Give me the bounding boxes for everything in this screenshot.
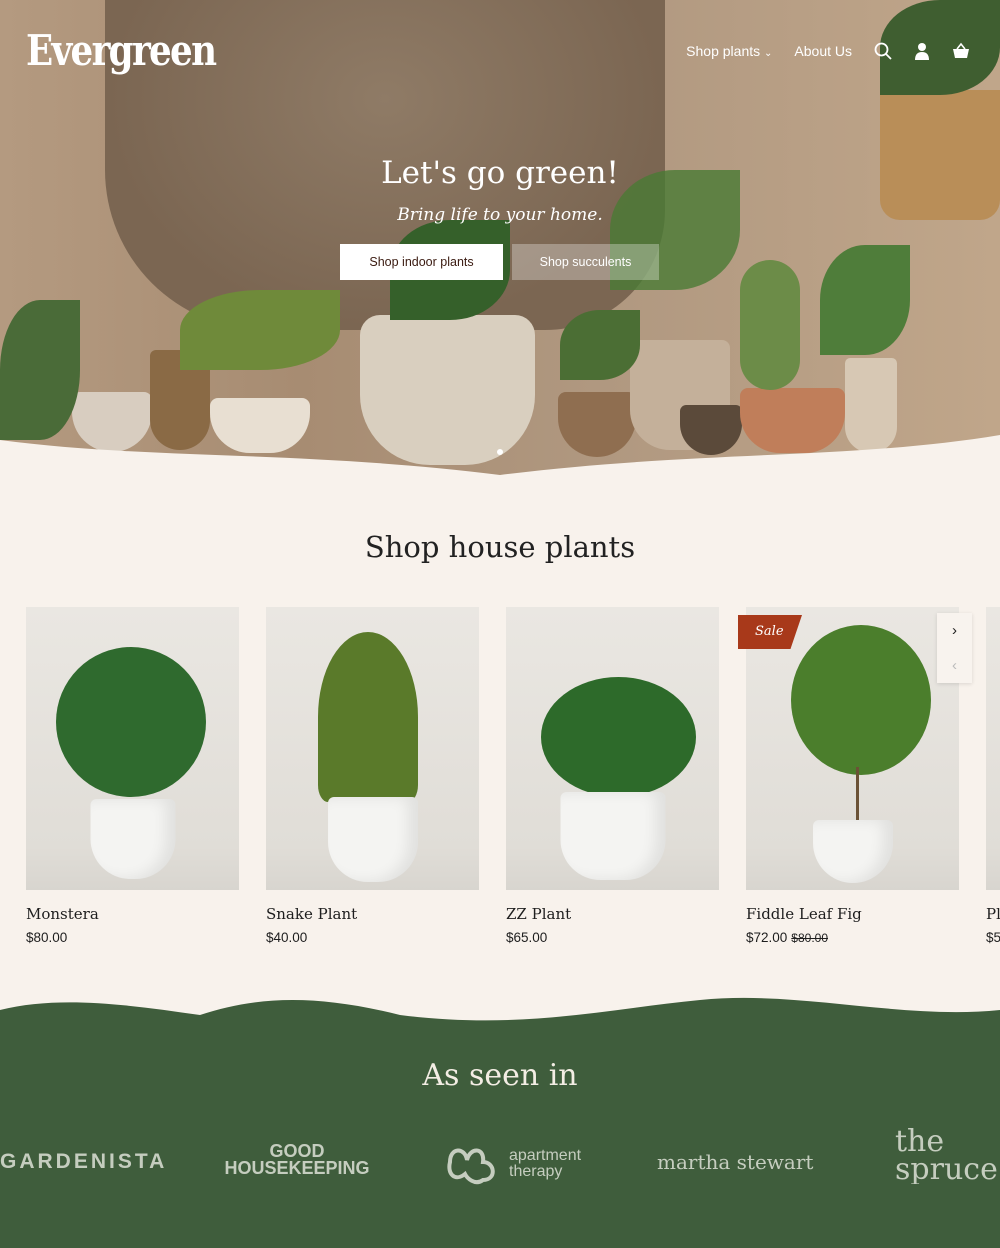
- product-image[interactable]: [746, 607, 959, 890]
- product-card[interactable]: Fiddle Leaf Fig $72.00 $80.00: [746, 607, 959, 945]
- site-header: Evergreen Shop plants ⌄ About Us: [0, 0, 1000, 100]
- product-image[interactable]: [506, 607, 719, 890]
- slide-indicator-dot[interactable]: [497, 449, 503, 455]
- product-price: $65.00: [506, 930, 548, 945]
- nav-shop-plants-label: Shop plants: [686, 43, 761, 59]
- product-image[interactable]: [986, 607, 1000, 890]
- product-image[interactable]: [26, 607, 239, 890]
- carousel-controls: › ‹: [937, 613, 972, 683]
- hero-title: Let's go green!: [381, 155, 619, 191]
- press-logo-gardenista: GARDENISTA: [0, 1150, 168, 1173]
- product-card[interactable]: ZZ Plant $65.00: [506, 607, 719, 945]
- nav-about-us[interactable]: About Us: [794, 43, 852, 59]
- shop-indoor-plants-button[interactable]: Shop indoor plants: [340, 244, 503, 280]
- product-name[interactable]: Snake Plant: [266, 905, 479, 923]
- product-price: $80.00: [26, 930, 68, 945]
- account-icon[interactable]: [914, 42, 930, 60]
- nav-shop-plants[interactable]: Shop plants ⌄: [686, 43, 772, 59]
- press-title: As seen in: [422, 1058, 578, 1093]
- site-logo[interactable]: Evergreen: [26, 26, 217, 75]
- section-title-products: Shop house plants: [364, 530, 636, 564]
- hero-subtitle: Bring life to your home.: [397, 205, 603, 225]
- shop-succulents-button[interactable]: Shop succulents: [512, 244, 659, 280]
- product-price: $5: [986, 930, 1000, 945]
- chevron-down-icon: ⌄: [764, 48, 773, 59]
- chevron-left-icon[interactable]: ‹: [952, 657, 957, 674]
- press-section-background: [0, 997, 1000, 1248]
- product-price: $72.00 $80.00: [746, 930, 959, 945]
- press-logo-martha-stewart: martha stewart: [657, 1150, 814, 1174]
- hero-wave-divider: [0, 435, 1000, 480]
- apartment-therapy-text: apartment therapy: [509, 1147, 582, 1180]
- press-logo-apartment-therapy: apartment therapy: [445, 1142, 591, 1186]
- product-price: $40.00: [266, 930, 308, 945]
- cart-icon[interactable]: [952, 42, 970, 60]
- sale-price: $72.00: [746, 930, 788, 945]
- chevron-right-icon[interactable]: ›: [952, 622, 957, 639]
- product-image[interactable]: [266, 607, 479, 890]
- search-icon[interactable]: [874, 42, 892, 60]
- press-logo-the-spruce: the spruce: [895, 1128, 998, 1184]
- product-name[interactable]: Pl: [986, 905, 1000, 923]
- product-card[interactable]: Snake Plant $40.00: [266, 607, 479, 945]
- product-card[interactable]: Pl $5: [986, 607, 1000, 945]
- press-logo-good-housekeeping: GOOD HOUSEKEEPING: [224, 1141, 370, 1178]
- product-name[interactable]: Monstera: [26, 905, 239, 923]
- compare-price: $80.00: [791, 931, 828, 945]
- apartment-therapy-mark-icon: [447, 1148, 495, 1185]
- product-name[interactable]: Fiddle Leaf Fig: [746, 905, 959, 923]
- product-card[interactable]: Monstera $80.00: [26, 607, 239, 945]
- product-name[interactable]: ZZ Plant: [506, 905, 719, 923]
